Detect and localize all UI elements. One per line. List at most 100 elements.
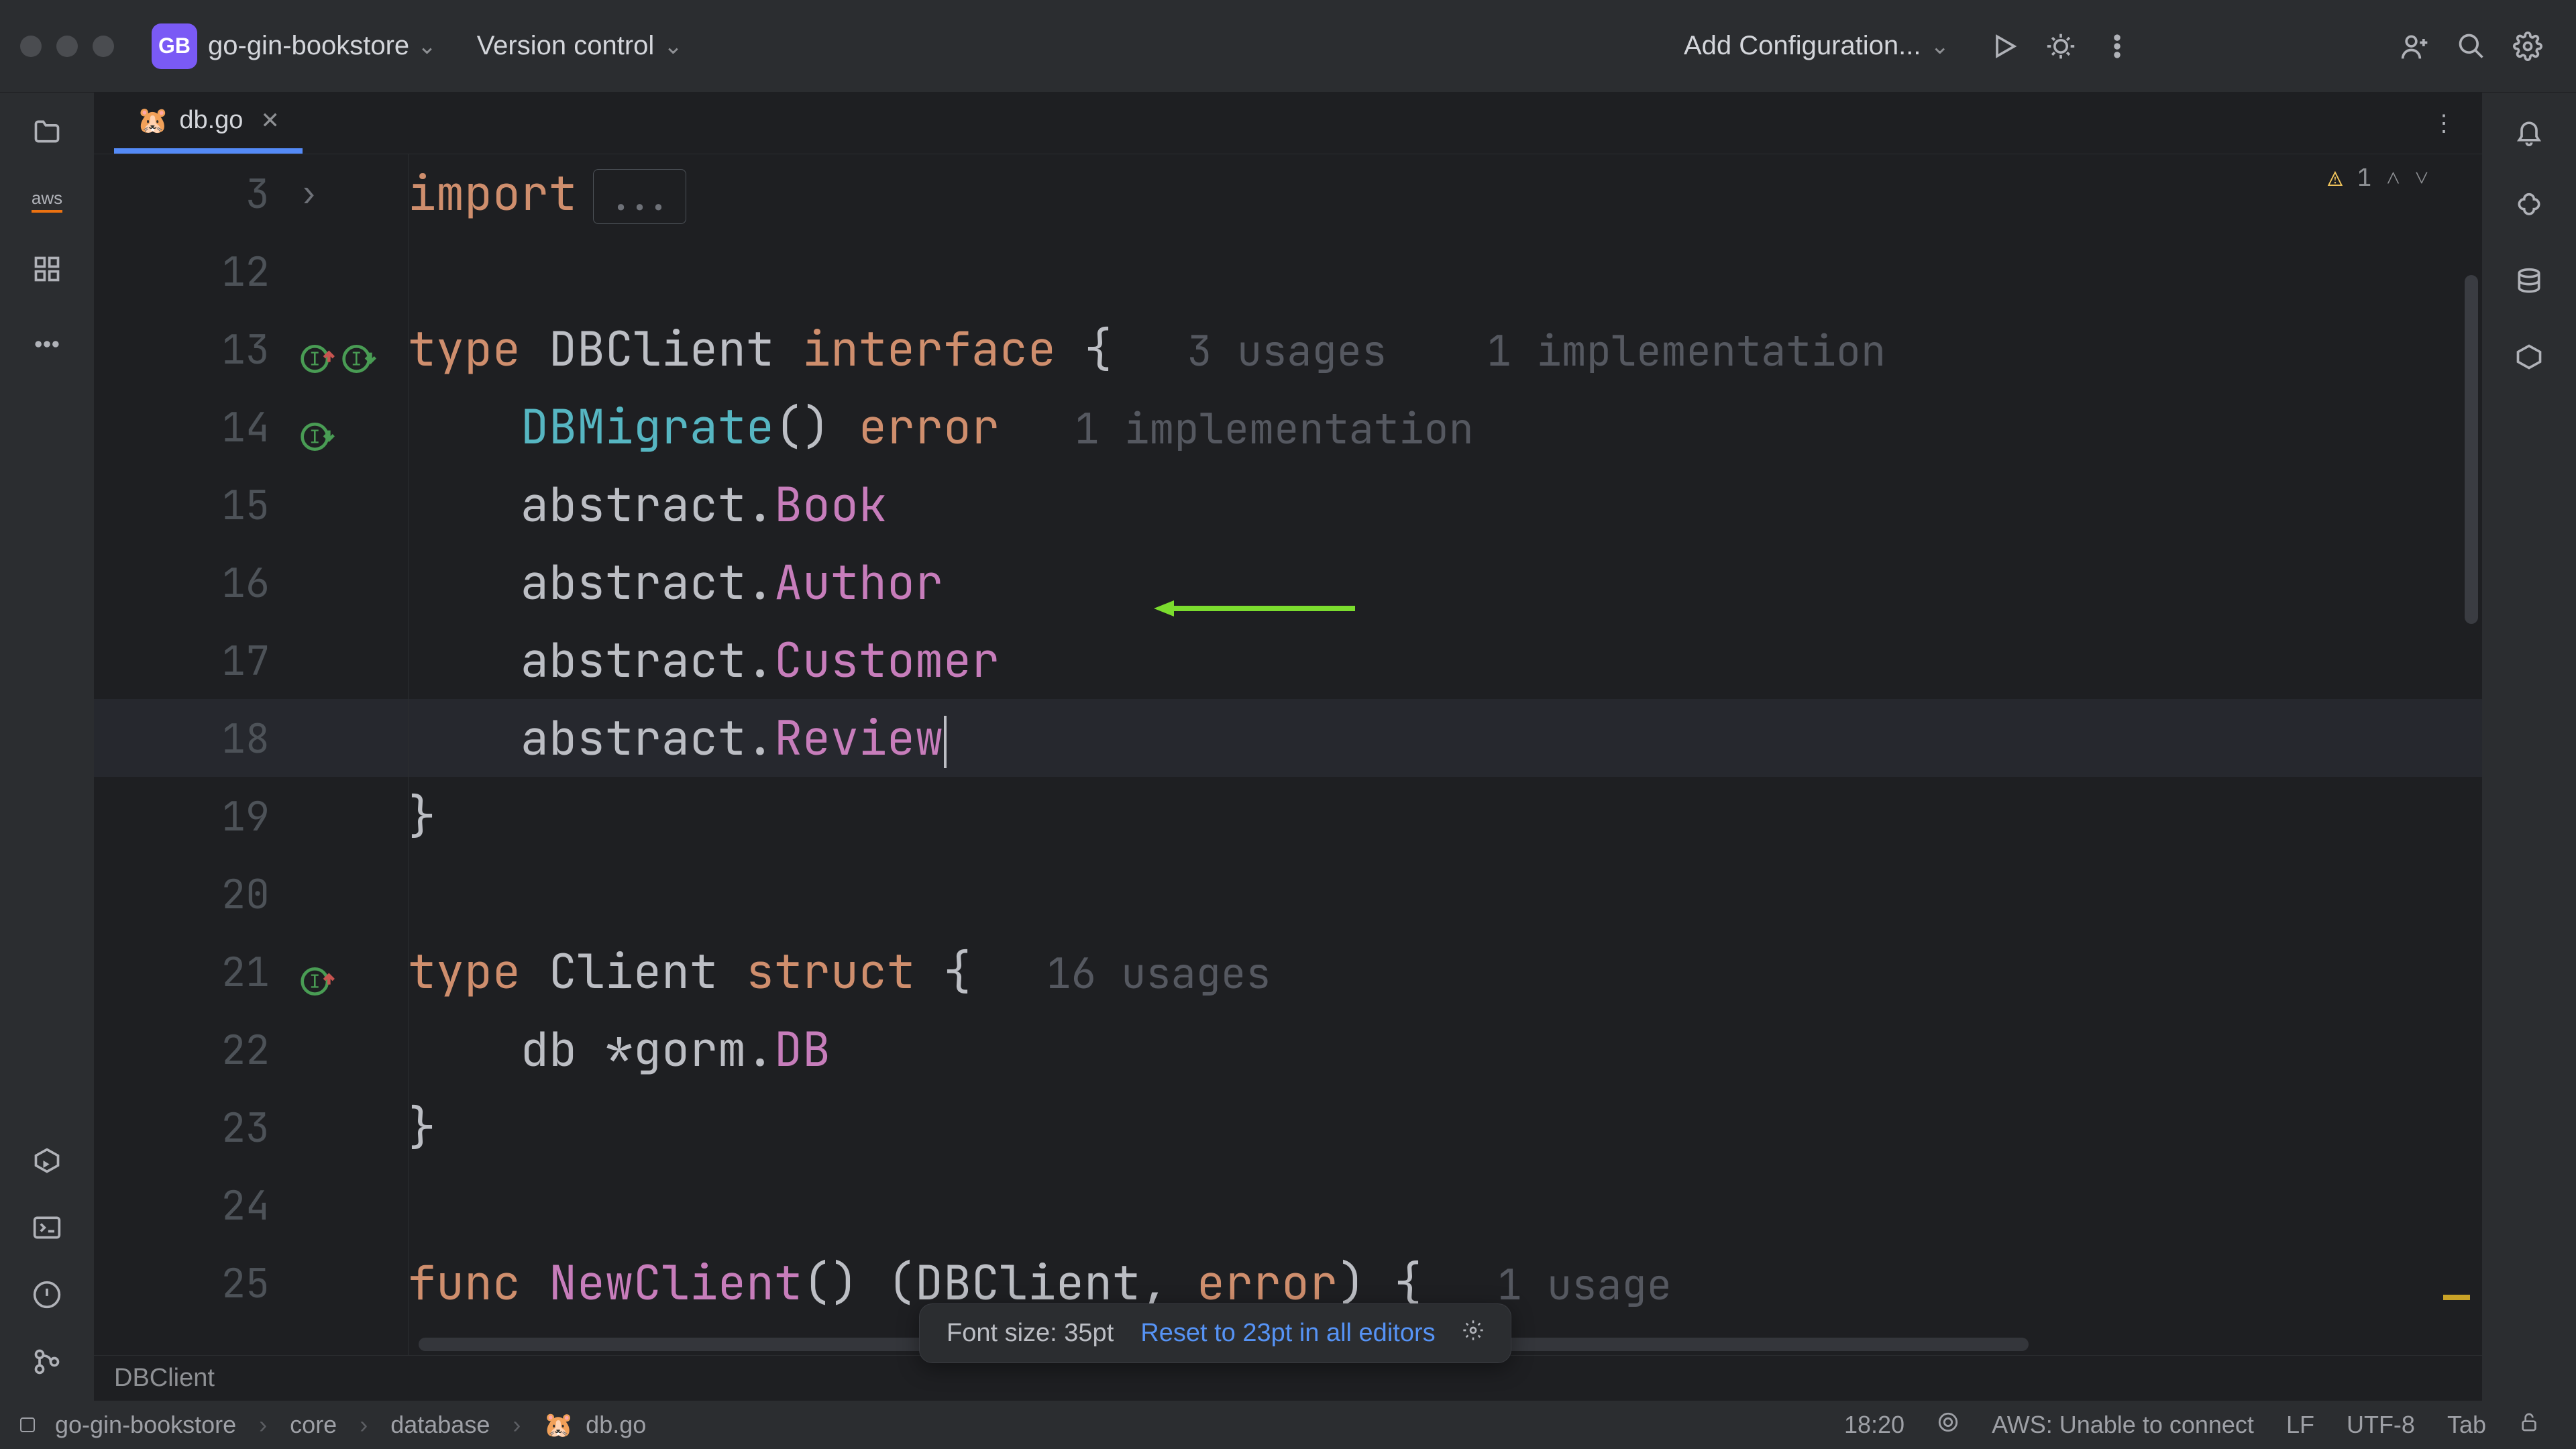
code-line[interactable]: 20	[94, 855, 2482, 932]
code-text[interactable]: }	[408, 1096, 436, 1158]
more-tools-icon[interactable]	[28, 325, 66, 363]
debug-icon[interactable]	[2042, 28, 2080, 65]
line-number[interactable]: 13	[94, 323, 295, 376]
crumb-core[interactable]: core	[290, 1411, 337, 1439]
code-line[interactable]: 16 abstract.Author	[94, 543, 2482, 621]
line-number[interactable]: 14	[94, 400, 295, 453]
code-text[interactable]: type DBClient interface { 3 usages 1 imp…	[408, 318, 1886, 380]
inlay-hint[interactable]: 1 implementation	[1000, 401, 1474, 456]
ai-assistant-icon[interactable]	[2510, 188, 2548, 225]
close-icon[interactable]: ✕	[260, 107, 280, 134]
project-tool-icon[interactable]	[28, 113, 66, 150]
code-with-me-icon[interactable]	[2396, 28, 2434, 65]
line-number[interactable]: 25	[94, 1256, 295, 1309]
aws-status[interactable]: AWS: Unable to connect	[1992, 1411, 2254, 1439]
scrollbar-vertical[interactable]	[2465, 275, 2478, 624]
reset-font-link[interactable]: Reset to 23pt in all editors	[1140, 1319, 1435, 1348]
terminal-tool-icon[interactable]	[28, 1209, 66, 1246]
folded-region[interactable]: ...	[593, 169, 686, 224]
code-text[interactable]: abstract.Book	[408, 474, 887, 535]
aws-tool-icon[interactable]: aws	[32, 188, 62, 213]
line-number[interactable]: 3	[94, 167, 295, 220]
code-text[interactable]: db *gorm.DB	[408, 1018, 830, 1080]
inspections-widget[interactable]: ⚠ 1 ˄ ˅	[2328, 161, 2428, 193]
code-text[interactable]: abstract.Author	[408, 551, 943, 613]
line-number[interactable]: 24	[94, 1179, 295, 1232]
cursor-position[interactable]: 18:20	[1844, 1411, 1904, 1439]
line-number[interactable]: 18	[94, 712, 295, 765]
chevron-up-icon[interactable]: ˄	[2386, 161, 2400, 193]
fold-chevron-icon[interactable]: ›	[299, 172, 319, 215]
file-encoding[interactable]: UTF-8	[2347, 1411, 2415, 1439]
notifications-icon[interactable]	[2510, 113, 2548, 150]
process-indicator-icon[interactable]	[1937, 1411, 1960, 1440]
line-number[interactable]: 12	[94, 245, 295, 298]
crumb-database[interactable]: database	[390, 1411, 490, 1439]
crumb-project[interactable]: go-gin-bookstore	[55, 1411, 236, 1439]
code-line[interactable]: 24	[94, 1166, 2482, 1244]
tab-options-icon[interactable]: ⋮	[2432, 110, 2455, 137]
code-editor[interactable]: ⚠ 1 ˄ ˅ 3›import...1213IItype DBClient i…	[94, 154, 2482, 1355]
line-number[interactable]: 23	[94, 1101, 295, 1154]
code-line[interactable]: 14I DBMigrate() error 1 implementation	[94, 388, 2482, 466]
package-tool-icon[interactable]	[2510, 338, 2548, 376]
line-number[interactable]: 17	[94, 634, 295, 687]
line-number[interactable]: 21	[94, 945, 295, 998]
code-line[interactable]: 22 db *gorm.DB	[94, 1010, 2482, 1088]
indent-settings[interactable]: Tab	[2447, 1411, 2486, 1439]
settings-icon[interactable]	[2509, 28, 2546, 65]
code-line[interactable]: 12	[94, 232, 2482, 310]
problems-tool-icon[interactable]	[28, 1276, 66, 1313]
traffic-light-max[interactable]	[93, 36, 114, 57]
traffic-light-close[interactable]	[20, 36, 42, 57]
line-number[interactable]: 20	[94, 867, 295, 920]
code-text[interactable]: abstract.Customer	[408, 629, 1000, 691]
gear-icon[interactable]	[1462, 1319, 1484, 1348]
run-configuration-selector[interactable]: Add Configuration... ⌄	[1684, 31, 1949, 61]
readonly-lock-icon[interactable]	[2518, 1411, 2540, 1439]
navigation-breadcrumb[interactable]: go-gin-bookstore › core › database › 🐹 d…	[20, 1411, 646, 1439]
structure-tool-icon[interactable]	[28, 250, 66, 288]
inlay-hint[interactable]: 1 implementation	[1387, 323, 1886, 378]
vcs-menu[interactable]: Version control ⌄	[477, 31, 683, 61]
line-number[interactable]: 22	[94, 1023, 295, 1076]
chevron-down-icon[interactable]: ⌄	[417, 33, 437, 60]
line-number[interactable]: 16	[94, 556, 295, 609]
code-line[interactable]: 23}	[94, 1088, 2482, 1166]
code-text[interactable]: }	[408, 785, 436, 847]
line-number[interactable]: 15	[94, 478, 295, 531]
code-line[interactable]: 15 abstract.Book	[94, 466, 2482, 543]
project-name[interactable]: go-gin-bookstore	[208, 31, 409, 61]
warning-marker[interactable]	[2443, 1295, 2470, 1300]
code-line[interactable]: 17 abstract.Customer	[94, 621, 2482, 699]
line-separator[interactable]: LF	[2286, 1411, 2314, 1439]
inlay-hint[interactable]: 16 usages	[971, 946, 1271, 1001]
search-icon[interactable]	[2453, 28, 2490, 65]
services-tool-icon[interactable]	[28, 1142, 66, 1179]
git-tool-icon[interactable]	[28, 1343, 66, 1381]
tab-db-go[interactable]: 🐹 db.go ✕	[114, 93, 303, 154]
implements-up-icon[interactable]: I	[299, 330, 337, 368]
code-text[interactable]: import...	[408, 162, 686, 224]
database-tool-icon[interactable]	[2510, 263, 2548, 301]
code-text[interactable]: DBMigrate() error 1 implementation	[408, 396, 1474, 458]
implemented-down-icon[interactable]: I	[299, 408, 337, 445]
crumb-file[interactable]: db.go	[586, 1411, 646, 1439]
code-line[interactable]: 3› import...	[94, 154, 2482, 232]
code-line[interactable]: 13IItype DBClient interface { 3 usages 1…	[94, 310, 2482, 388]
inlay-hint[interactable]: 3 usages	[1112, 323, 1387, 378]
code-text[interactable]: abstract.Review	[408, 707, 947, 769]
line-number[interactable]: 19	[94, 790, 295, 843]
chevron-down-icon[interactable]: ˅	[2415, 161, 2428, 193]
more-icon[interactable]	[2098, 28, 2136, 65]
implemented-down-icon[interactable]: I	[341, 330, 378, 368]
code-text[interactable]: type Client struct { 16 usages	[408, 941, 1271, 1002]
implements-up-icon[interactable]: I	[299, 953, 337, 990]
traffic-light-min[interactable]	[56, 36, 78, 57]
run-icon[interactable]	[1986, 28, 2023, 65]
code-line[interactable]: 19}	[94, 777, 2482, 855]
breadcrumb[interactable]: DBClient	[114, 1364, 215, 1393]
code-line[interactable]: 21Itype Client struct { 16 usages	[94, 932, 2482, 1010]
gutter-marks: I	[295, 408, 408, 445]
code-line[interactable]: 18 abstract.Review	[94, 699, 2482, 777]
